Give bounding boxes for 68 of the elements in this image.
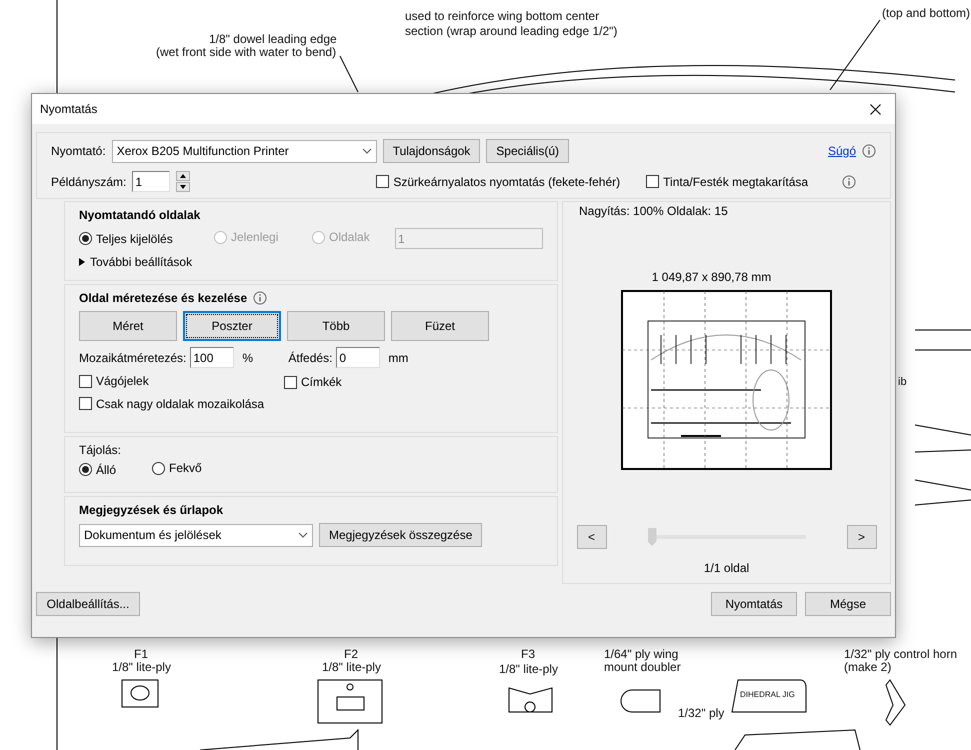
mode-button[interactable]: Poszter (183, 311, 281, 341)
printer-button[interactable]: Speciális(ú) (486, 139, 569, 163)
drawing-label: used to reinforce wing bottom center (405, 9, 600, 23)
drawing-label: ib (898, 375, 907, 389)
checkbox[interactable]: Tinta/Festék megtakarítása (646, 174, 808, 188)
help-link[interactable]: Súgó (828, 144, 856, 158)
drawing-label: 1/8" lite-ply (499, 662, 558, 676)
overlap-label: Átfedés: (288, 350, 332, 364)
drawing-label: 1/8" lite-ply (322, 660, 381, 674)
checkbox[interactable]: Csak nagy oldalak mozaikolása (79, 396, 264, 410)
radio-button[interactable]: Álló (79, 462, 116, 476)
help-icon (862, 144, 876, 158)
drawing-label: (make 2) (844, 660, 892, 674)
drawing-label: 1/8" lite-ply (112, 660, 171, 674)
info-icon (842, 174, 856, 188)
drawing-label: F2 (344, 647, 358, 661)
copies-field[interactable]: 1 (132, 171, 170, 192)
drawing-label: 1/64" ply wing (604, 647, 678, 661)
checkbox[interactable]: Vágójelek (79, 374, 149, 388)
drawing-label: section (wrap around leading edge 1/2") (405, 24, 618, 38)
mode-button[interactable]: Füzet (391, 311, 489, 341)
radio-button[interactable]: Fekvő (152, 461, 202, 475)
printer-label: Nyomtató: (51, 144, 106, 158)
page-size-label: 1 049,87 x 890,78 mm (652, 270, 772, 284)
checkbox[interactable]: Címkék (284, 375, 342, 390)
drawing-label: 1/32" ply (678, 706, 724, 720)
drawing-label: (wet front side with water to bend) (156, 45, 336, 59)
scale-field[interactable]: 100 (190, 347, 234, 368)
page-counter: 1/1 oldal (704, 561, 750, 575)
section-title: Megjegyzések és űrlapok (79, 503, 224, 517)
more-options-toggle[interactable]: További beállítások (79, 255, 543, 269)
drawing-label: 1/32" ply control horn (844, 647, 957, 661)
summarize-button[interactable]: Megjegyzések összegzése (319, 523, 482, 547)
slider-thumb[interactable] (648, 528, 656, 546)
radio-button[interactable]: Teljes kijelölés (79, 232, 173, 246)
info-icon (253, 291, 268, 305)
section-title: Oldal méretezése és kezelése (79, 291, 248, 305)
drawing-label: mount doubler (604, 660, 681, 674)
printer-dropdown[interactable]: Xerox B205 Multifunction Printer (112, 140, 377, 162)
drawing-label: F1 (134, 647, 148, 661)
mode-button[interactable]: Méret (79, 311, 177, 341)
zoom-info: Nagyítás: 100% Oldalak: 15 (579, 204, 728, 218)
triangle-icon (79, 258, 85, 266)
previous-page-button[interactable]: < (576, 525, 606, 549)
drawing-label: DIHEDRAL JIG (740, 689, 795, 701)
comments-dropdown[interactable]: Dokumentum és jelölések (79, 524, 313, 546)
spin-buttons[interactable] (176, 171, 190, 192)
copies-label: Példányszám: (51, 174, 126, 188)
drawing-label: F3 (521, 647, 536, 661)
overlap-field[interactable]: 0 (336, 347, 380, 368)
unit-label: % (241, 350, 254, 364)
checkbox[interactable]: Szürkeárnyalatos nyomtatás (fekete-fehér) (376, 174, 620, 188)
drawing-label: (top and bottom) (882, 6, 970, 20)
section-title: Nyomtatandó oldalak (79, 208, 202, 222)
unit-label: mm (387, 350, 408, 364)
close-icon (870, 104, 880, 114)
page-setup-button[interactable]: Oldalbeállítás... (36, 592, 140, 616)
print-button[interactable]: Nyomtatás (711, 592, 797, 616)
scale-label: Mozaikátméretezés: (79, 350, 186, 364)
chevron-icon (298, 532, 308, 538)
printer-button[interactable]: Tulajdonságok (382, 139, 480, 163)
chevron-icon (362, 148, 372, 154)
cancel-button[interactable]: Mégse (805, 592, 891, 616)
dialog-title: Nyomtatás (40, 102, 98, 116)
section-title: Tájolás: (79, 443, 122, 457)
next-page-button[interactable]: > (846, 525, 876, 549)
mode-button[interactable]: Több (287, 311, 385, 341)
drawing-label: 1/8" dowel leading edge (209, 32, 337, 46)
